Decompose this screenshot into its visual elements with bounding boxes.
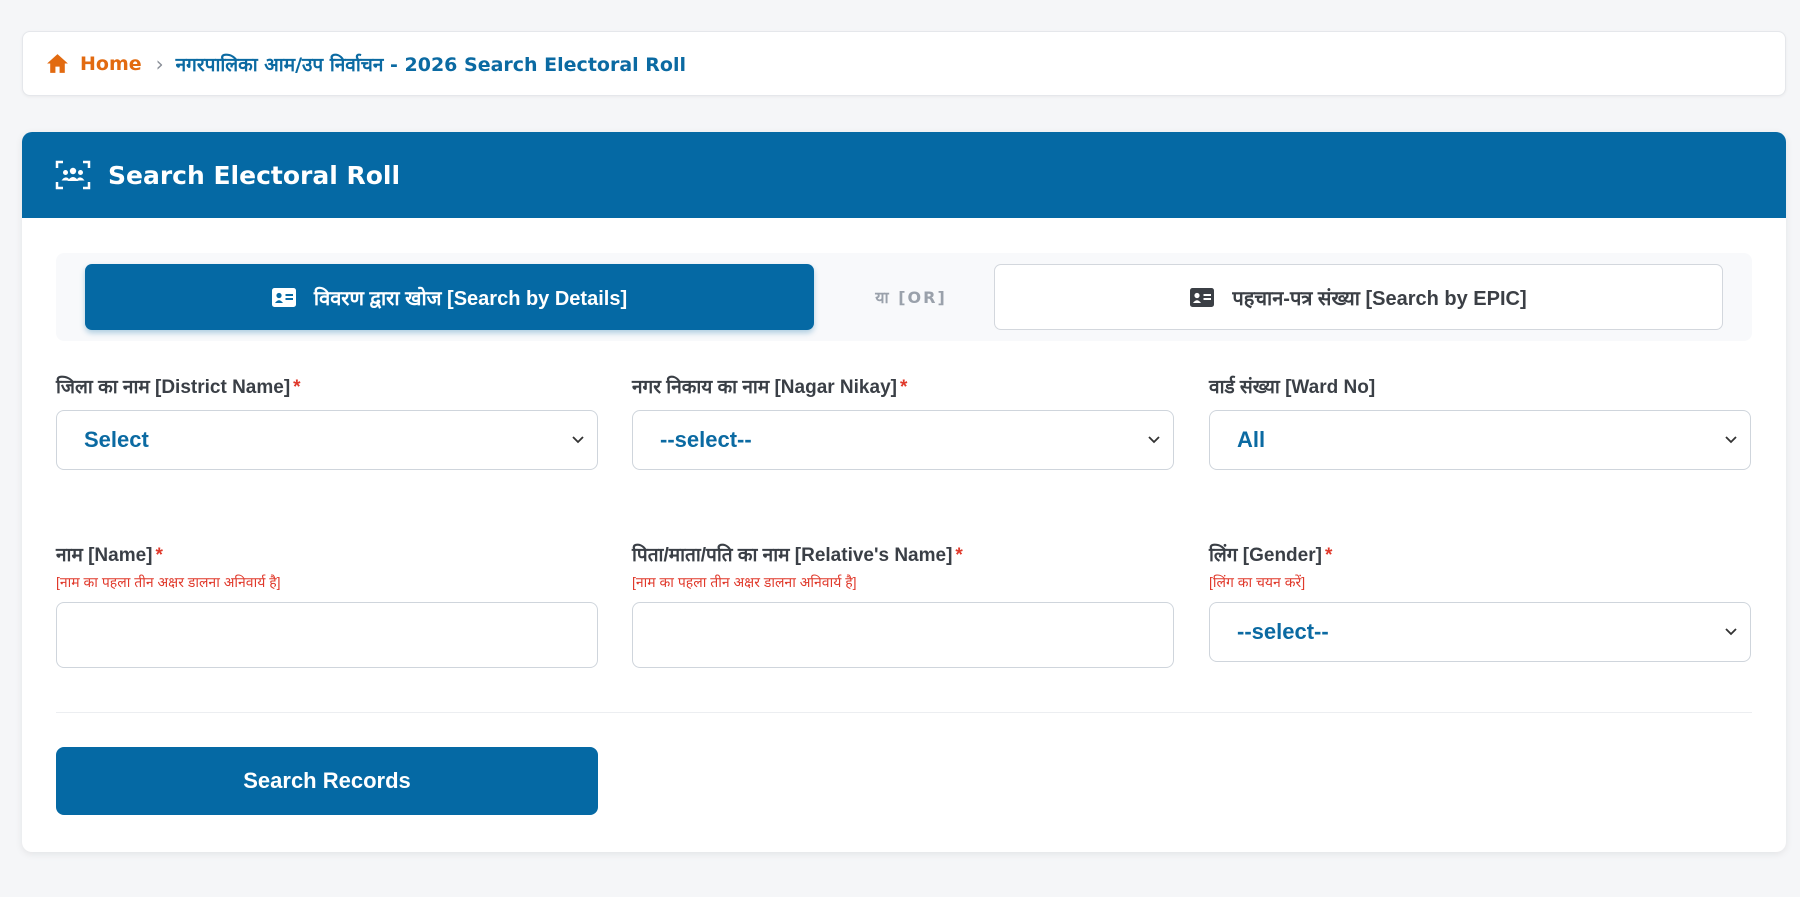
search-records-button[interactable]: Search Records xyxy=(56,747,598,815)
name-input[interactable] xyxy=(56,602,598,668)
id-card-icon xyxy=(1190,287,1215,307)
required-marker: * xyxy=(293,377,301,398)
search-mode-tabs: विवरण द्वारा खोज [Search by Details] या … xyxy=(56,253,1752,341)
search-card: Search Electoral Roll विवरण द्वारा खोज [… xyxy=(22,132,1786,852)
district-select[interactable]: Select xyxy=(56,410,598,470)
chevron-down-icon xyxy=(572,436,584,444)
divider xyxy=(56,712,1752,713)
chevron-down-icon xyxy=(1725,436,1737,444)
required-marker: * xyxy=(955,545,963,566)
ward-field: वार्ड संख्या [Ward No] All xyxy=(1209,376,1751,470)
relative-name-input[interactable] xyxy=(632,602,1174,668)
name-label-text: नाम [Name] xyxy=(56,545,153,566)
nagar-nikay-select-value: --select-- xyxy=(660,427,752,452)
gender-label: लिंग [Gender] * xyxy=(1209,544,1751,568)
nagar-nikay-label: नगर निकाय का नाम [Nagar Nikay] * xyxy=(632,376,1174,400)
relative-name-field: पिता/माता/पति का नाम [Relative's Name] * … xyxy=(632,544,1174,668)
required-marker: * xyxy=(155,545,163,566)
ward-label: वार्ड संख्या [Ward No] xyxy=(1209,377,1376,398)
chevron-down-icon xyxy=(1725,628,1737,636)
breadcrumb: Home › नगरपालिका आम/उप निर्वाचन - 2026 S… xyxy=(22,31,1786,96)
chevron-down-icon xyxy=(1148,436,1160,444)
gender-hint: [लिंग का चयन करें] xyxy=(1209,574,1306,590)
users-scan-icon xyxy=(55,160,91,190)
relative-name-label-text: पिता/माता/पति का नाम [Relative's Name] xyxy=(632,545,953,566)
relative-name-label: पिता/माता/पति का नाम [Relative's Name] * xyxy=(632,544,1174,568)
required-marker: * xyxy=(1324,545,1333,566)
ward-select-value: All xyxy=(1237,427,1266,452)
nagar-nikay-select[interactable]: --select-- xyxy=(632,410,1174,470)
tab-search-by-epic-label: पहचान-पत्र संख्या [Search by EPIC] xyxy=(1232,287,1527,310)
id-card-icon xyxy=(271,287,296,307)
ward-select[interactable]: All xyxy=(1209,410,1751,470)
gender-select[interactable]: --select-- xyxy=(1209,602,1751,662)
nagar-nikay-label-text: नगर निकाय का नाम [Nagar Nikay] xyxy=(632,377,897,398)
gender-label-text: लिंग [Gender] xyxy=(1209,545,1322,566)
name-field: नाम [Name] * [नाम का पहला तीन अक्षर डालना… xyxy=(56,544,598,668)
tab-search-by-details-label: विवरण द्वारा खोज [Search by Details] xyxy=(313,287,628,310)
breadcrumb-current: नगरपालिका आम/उप निर्वाचन - 2026 Search E… xyxy=(175,53,686,76)
tab-search-by-epic[interactable]: पहचान-पत्र संख्या [Search by EPIC] xyxy=(994,264,1723,330)
card-title: Search Electoral Roll xyxy=(108,160,401,190)
district-field: जिला का नाम [District Name] * Select xyxy=(56,376,598,470)
home-icon xyxy=(47,54,68,73)
name-label: नाम [Name] * xyxy=(56,544,598,568)
breadcrumb-home-label: Home xyxy=(80,52,142,75)
gender-field: लिंग [Gender] * [लिंग का चयन करें] --sele… xyxy=(1209,544,1751,662)
relative-name-hint: [नाम का पहला तीन अक्षर डालना अनिवार्य है… xyxy=(632,574,857,590)
required-marker: * xyxy=(899,377,908,398)
card-header: Search Electoral Roll xyxy=(22,132,1786,218)
gender-select-value: --select-- xyxy=(1237,619,1329,644)
nagar-nikay-field: नगर निकाय का नाम [Nagar Nikay] * --select… xyxy=(632,376,1174,470)
tab-search-by-details[interactable]: विवरण द्वारा खोज [Search by Details] xyxy=(85,264,814,330)
district-label-text: जिला का नाम [District Name] xyxy=(56,377,291,398)
breadcrumb-home-link[interactable]: Home xyxy=(45,51,142,76)
district-select-value: Select xyxy=(84,427,149,452)
chevron-right-icon: › xyxy=(155,51,164,76)
district-label: जिला का नाम [District Name] * xyxy=(56,376,598,400)
or-separator: या [OR] xyxy=(875,288,947,307)
name-hint: [नाम का पहला तीन अक्षर डालना अनिवार्य है… xyxy=(56,574,281,590)
